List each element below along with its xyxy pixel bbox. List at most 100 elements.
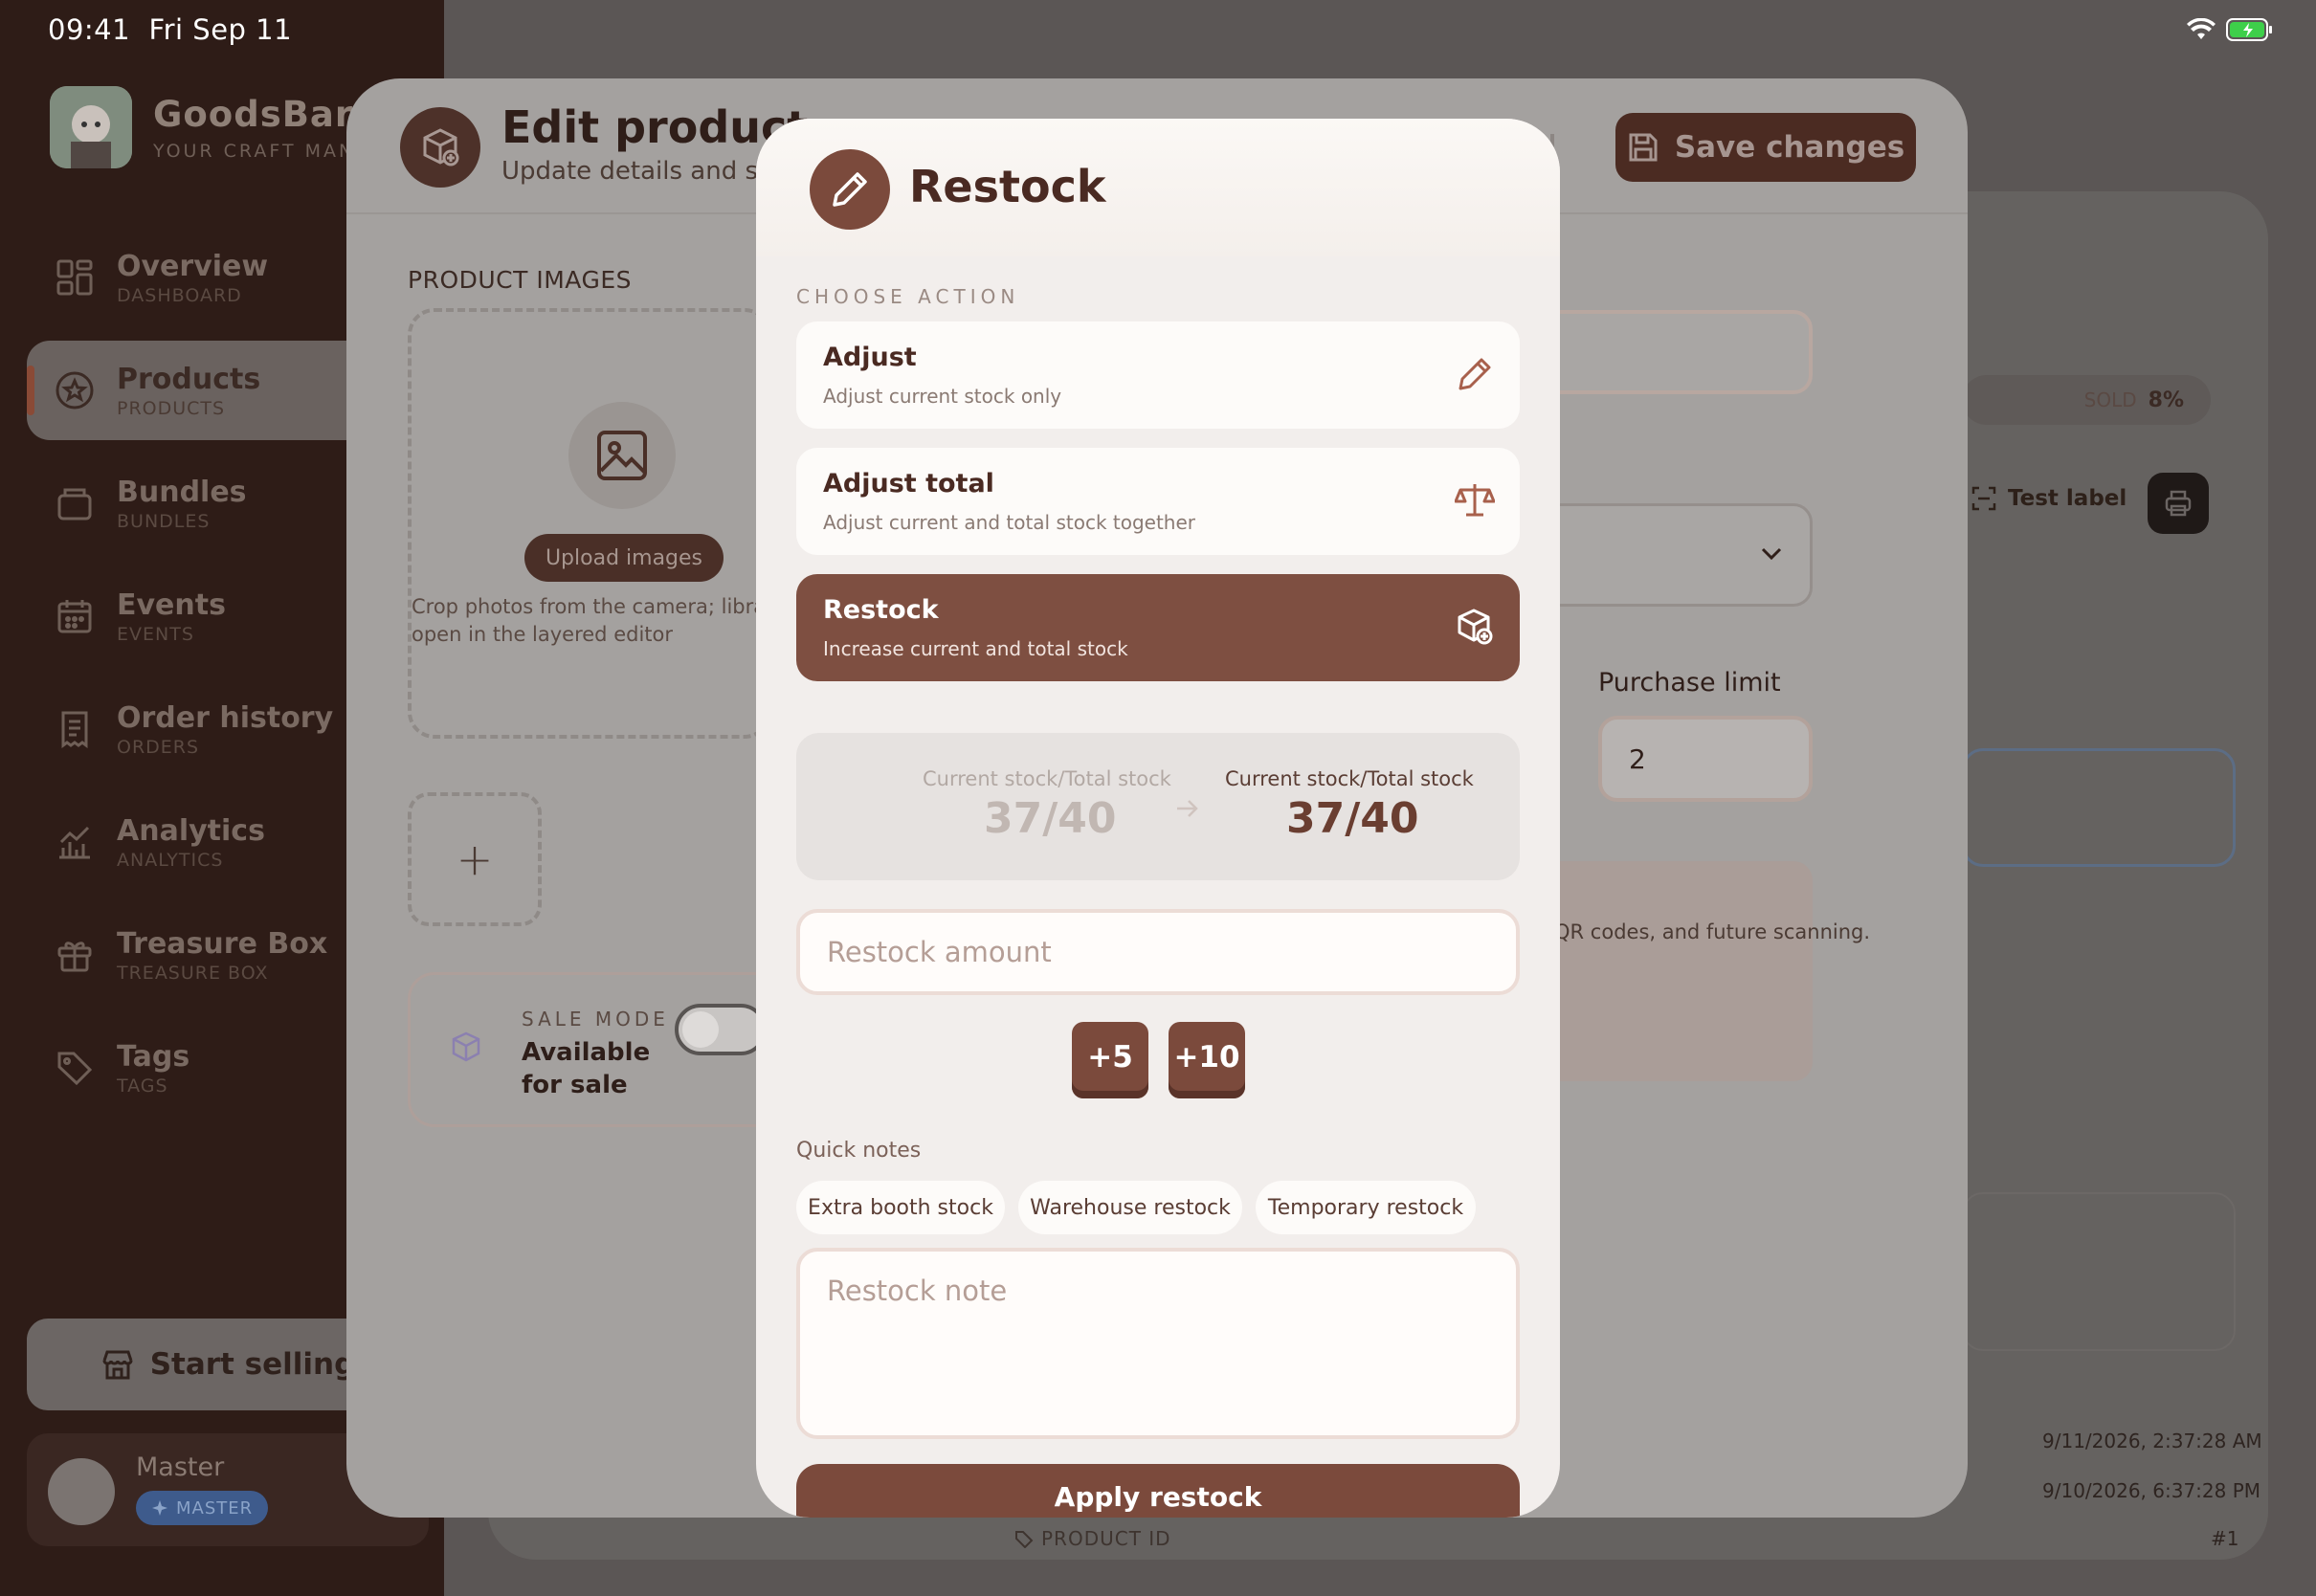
grid-icon xyxy=(54,256,96,299)
chart-icon xyxy=(54,821,96,863)
add-image-tile[interactable]: + xyxy=(408,792,542,926)
brand-logo xyxy=(50,86,132,168)
wifi-icon xyxy=(2187,18,2216,39)
chevron-down-icon xyxy=(1761,547,1782,561)
status-bar-time: 09:41 Fri Sep 11 xyxy=(48,13,292,46)
battery-icon xyxy=(2226,18,2272,41)
action-title: Adjust xyxy=(823,343,917,372)
start-selling-label: Start selling xyxy=(149,1347,356,1382)
avatar xyxy=(48,1458,115,1525)
plus-icon: + xyxy=(456,833,494,885)
apply-restock-button[interactable]: Apply restock xyxy=(796,1464,1520,1518)
sale-mode-toggle[interactable] xyxy=(675,1004,767,1055)
stock-after-value: 37/40 xyxy=(1286,794,1419,843)
sidebar-item-label: Order history xyxy=(117,700,334,735)
printer-icon xyxy=(2165,490,2192,517)
status-bar-icons xyxy=(2186,17,2274,42)
pencil-icon xyxy=(810,149,890,230)
sold-progress: SOLD 8% xyxy=(1962,375,2211,425)
row-number: #1 xyxy=(2211,1527,2239,1550)
background-card xyxy=(1962,1192,2236,1351)
save-icon xyxy=(1629,133,1658,162)
purchase-limit-input[interactable]: 2 xyxy=(1598,716,1813,802)
scale-icon xyxy=(1455,484,1495,517)
edit-product-subtitle: Update details and sto xyxy=(501,157,784,186)
add-10-button[interactable]: +10 xyxy=(1169,1022,1245,1098)
gift-icon xyxy=(54,934,96,976)
arrow-right-icon xyxy=(1177,800,1198,817)
time-text: 09:41 xyxy=(48,13,131,46)
restock-amount-input[interactable]: Restock amount xyxy=(796,909,1520,995)
quick-note-chip[interactable]: Temporary restock xyxy=(1256,1181,1476,1234)
save-changes-button[interactable]: Save changes xyxy=(1615,113,1916,182)
action-adjust[interactable]: Adjust Adjust current stock only xyxy=(796,321,1520,429)
star-circle-icon xyxy=(54,369,96,411)
sidebar-item-sub: TAGS xyxy=(117,1075,168,1097)
stock-before-label: Current stock/Total stock xyxy=(923,767,1171,790)
add-5-button[interactable]: +5 xyxy=(1072,1022,1148,1098)
sidebar-item-sub: ANALYTICS xyxy=(117,849,224,871)
sidebar-item-label: Analytics xyxy=(117,813,265,848)
sidebar-item-label: Overview xyxy=(117,249,269,283)
action-desc: Adjust current and total stock together xyxy=(823,511,1196,534)
action-desc: Adjust current stock only xyxy=(823,385,1062,408)
calendar-icon xyxy=(54,595,96,637)
restock-title: Restock xyxy=(909,161,1106,212)
image-upload-zone[interactable] xyxy=(408,308,771,739)
sidebar-item-sub: PRODUCTS xyxy=(117,397,226,419)
action-adjust-total[interactable]: Adjust total Adjust current and total st… xyxy=(796,448,1520,555)
stock-preview-card: Current stock/Total stock 37/40 Current … xyxy=(796,733,1520,880)
action-title: Restock xyxy=(823,595,939,625)
choose-action-label: CHOOSE ACTION xyxy=(796,285,1020,308)
stock-after-label: Current stock/Total stock xyxy=(1225,767,1474,790)
sale-mode-label: SALE MODE xyxy=(522,1008,669,1031)
box-icon xyxy=(452,1031,480,1062)
sparkle-icon xyxy=(152,1500,167,1516)
test-label-button[interactable]: Test label xyxy=(1971,486,2127,511)
sidebar-item-label: Tags xyxy=(117,1039,190,1074)
upload-images-button[interactable]: Upload images xyxy=(524,534,724,582)
brand-name: GoodsBar xyxy=(153,93,354,135)
restock-header: Restock xyxy=(756,119,1560,256)
sidebar-item-sub: EVENTS xyxy=(117,623,194,645)
timestamp: 9/11/2026, 2:37:28 AM xyxy=(2042,1430,2262,1452)
sidebar-item-label: Events xyxy=(117,587,226,622)
purchase-limit-label: Purchase limit xyxy=(1598,668,1781,698)
timestamp: 9/10/2026, 6:37:28 PM xyxy=(2042,1479,2261,1502)
tag-icon xyxy=(54,1047,96,1089)
role-badge-label: MASTER xyxy=(176,1497,254,1518)
product-id-label: PRODUCT ID xyxy=(1014,1527,1171,1550)
restock-note-input[interactable]: Restock note xyxy=(796,1248,1520,1439)
quick-note-chip[interactable]: Warehouse restock xyxy=(1018,1181,1242,1234)
restock-modal: Restock CHOOSE ACTION Adjust Adjust curr… xyxy=(756,119,1560,1518)
sidebar-item-label: Bundles xyxy=(117,475,247,509)
image-icon xyxy=(568,402,676,509)
store-icon xyxy=(102,1350,133,1380)
sidebar-item-sub: DASHBOARD xyxy=(117,284,242,306)
stock-before-value: 37/40 xyxy=(984,794,1117,843)
sale-status: Available for sale xyxy=(522,1038,651,1099)
test-label-text: Test label xyxy=(2008,486,2127,511)
action-desc: Increase current and total stock xyxy=(823,637,1128,660)
scan-icon xyxy=(1971,486,1996,511)
quick-note-chip[interactable]: Extra booth stock xyxy=(796,1181,1005,1234)
print-button[interactable] xyxy=(2148,473,2209,534)
action-restock[interactable]: Restock Increase current and total stock xyxy=(796,574,1520,681)
box-plus-icon xyxy=(1458,609,1493,645)
box-icon xyxy=(54,482,96,524)
receipt-icon xyxy=(54,708,96,750)
sidebar-item-sub: ORDERS xyxy=(117,736,200,758)
background-field xyxy=(1962,748,2236,867)
brand: GoodsBar YOUR CRAFT MANA xyxy=(50,86,370,168)
role-badge: MASTER xyxy=(136,1491,269,1525)
save-changes-label: Save changes xyxy=(1674,130,1905,165)
tag-icon xyxy=(1015,1531,1034,1548)
sidebar-item-label: Treasure Box xyxy=(117,926,328,961)
date-text: Fri Sep 11 xyxy=(148,13,293,46)
action-title: Adjust total xyxy=(823,469,994,499)
user-name: Master xyxy=(136,1452,225,1482)
quick-notes-label: Quick notes xyxy=(796,1139,922,1163)
sold-label: SOLD xyxy=(2083,388,2137,411)
brand-tagline: YOUR CRAFT MANA xyxy=(153,140,371,162)
pencil-icon xyxy=(1459,358,1491,390)
